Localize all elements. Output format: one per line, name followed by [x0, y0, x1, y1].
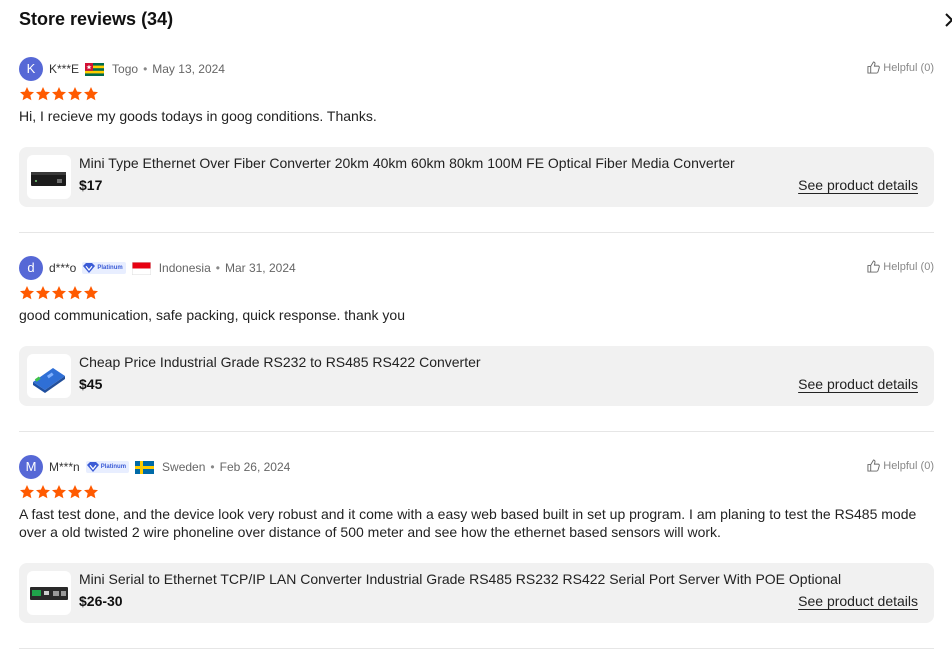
flag-togo-icon	[85, 62, 105, 76]
product-price: $17	[79, 177, 103, 193]
product-name[interactable]: Mini Type Ethernet Over Fiber Converter …	[79, 155, 735, 171]
helpful-button[interactable]: Helpful (0)	[867, 260, 934, 273]
review-text: good communication, safe packing, quick …	[19, 307, 406, 323]
flag-indonesia-icon	[131, 261, 151, 275]
review-text: Hi, I recieve my goods todays in goog co…	[19, 108, 377, 124]
diamond-icon	[83, 263, 96, 273]
rs232-converter-image	[33, 368, 65, 393]
divider	[19, 431, 934, 432]
reviewer-country: Indonesia	[158, 261, 211, 275]
star-icon	[36, 286, 50, 300]
avatar: d	[19, 256, 43, 280]
flag-sweden-icon	[135, 460, 155, 474]
reviewer-name: d***o	[49, 261, 77, 275]
badge-label: Platinum	[97, 265, 123, 271]
see-product-details-link[interactable]: See product details	[798, 376, 918, 392]
review-item: M M***n Platinum Sweden • Feb 26, 2024 H…	[19, 455, 934, 623]
product-card[interactable]: Cheap Price Industrial Grade RS232 to RS…	[19, 346, 934, 406]
reviewer-country: Sweden	[162, 460, 206, 474]
star-rating	[19, 285, 99, 301]
product-card[interactable]: Mini Type Ethernet Over Fiber Converter …	[19, 147, 934, 207]
helpful-label: Helpful (0)	[883, 459, 934, 472]
star-icon	[36, 87, 50, 101]
page-title: Store reviews (34)	[19, 9, 174, 29]
platinum-badge: Platinum	[85, 461, 130, 473]
close-icon[interactable]	[944, 12, 952, 28]
thumbs-up-icon	[867, 260, 881, 273]
diamond-icon	[86, 462, 99, 472]
star-icon	[20, 485, 34, 499]
star-icon	[20, 87, 34, 101]
review-item: d d***o Platinum Indonesia • Mar 31, 202…	[19, 256, 934, 406]
helpful-button[interactable]: Helpful (0)	[867, 61, 934, 74]
star-icon	[84, 286, 98, 300]
helpful-label: Helpful (0)	[883, 260, 934, 273]
star-icon	[52, 286, 66, 300]
badge-label: Platinum	[100, 464, 127, 470]
product-name[interactable]: Cheap Price Industrial Grade RS232 to RS…	[79, 354, 481, 370]
star-icon	[84, 87, 98, 101]
star-rating	[19, 484, 99, 500]
review-date: May 13, 2024	[152, 62, 225, 76]
see-product-details-link[interactable]: See product details	[798, 177, 918, 193]
star-icon	[68, 485, 82, 499]
product-price: $45	[79, 376, 103, 392]
helpful-button[interactable]: Helpful (0)	[867, 459, 934, 472]
star-icon	[68, 286, 82, 300]
helpful-label: Helpful (0)	[883, 61, 934, 74]
avatar: K	[19, 57, 43, 81]
reviewer-name: M***n	[49, 460, 80, 474]
product-thumbnail[interactable]	[27, 155, 71, 199]
divider	[19, 232, 934, 233]
see-product-details-link[interactable]: See product details	[798, 593, 918, 609]
thumbs-up-icon	[867, 459, 881, 472]
product-price: $26-30	[79, 593, 123, 609]
star-icon	[68, 87, 82, 101]
product-card[interactable]: Mini Serial to Ethernet TCP/IP LAN Conve…	[19, 563, 934, 623]
star-icon	[52, 485, 66, 499]
star-icon	[20, 286, 34, 300]
star-icon	[52, 87, 66, 101]
media-converter-image	[31, 172, 66, 186]
reviewer-country: Togo	[112, 62, 139, 76]
star-rating	[19, 86, 99, 102]
platinum-badge: Platinum	[82, 262, 126, 274]
serial-server-image	[30, 587, 68, 600]
review-text: A fast test done, and the device look ve…	[19, 506, 917, 540]
thumbs-up-icon	[867, 61, 881, 74]
product-thumbnail[interactable]	[27, 354, 71, 398]
product-thumbnail[interactable]	[27, 571, 71, 615]
reviewer-name: K***E	[49, 62, 80, 76]
review-item: K K***E Togo • May 13, 2024 Helpful (0)	[19, 57, 934, 207]
star-icon	[84, 485, 98, 499]
review-date: Mar 31, 2024	[224, 261, 296, 275]
review-date: Feb 26, 2024	[219, 460, 291, 474]
avatar: M	[19, 455, 43, 479]
product-name[interactable]: Mini Serial to Ethernet TCP/IP LAN Conve…	[79, 571, 841, 587]
star-icon	[36, 485, 50, 499]
